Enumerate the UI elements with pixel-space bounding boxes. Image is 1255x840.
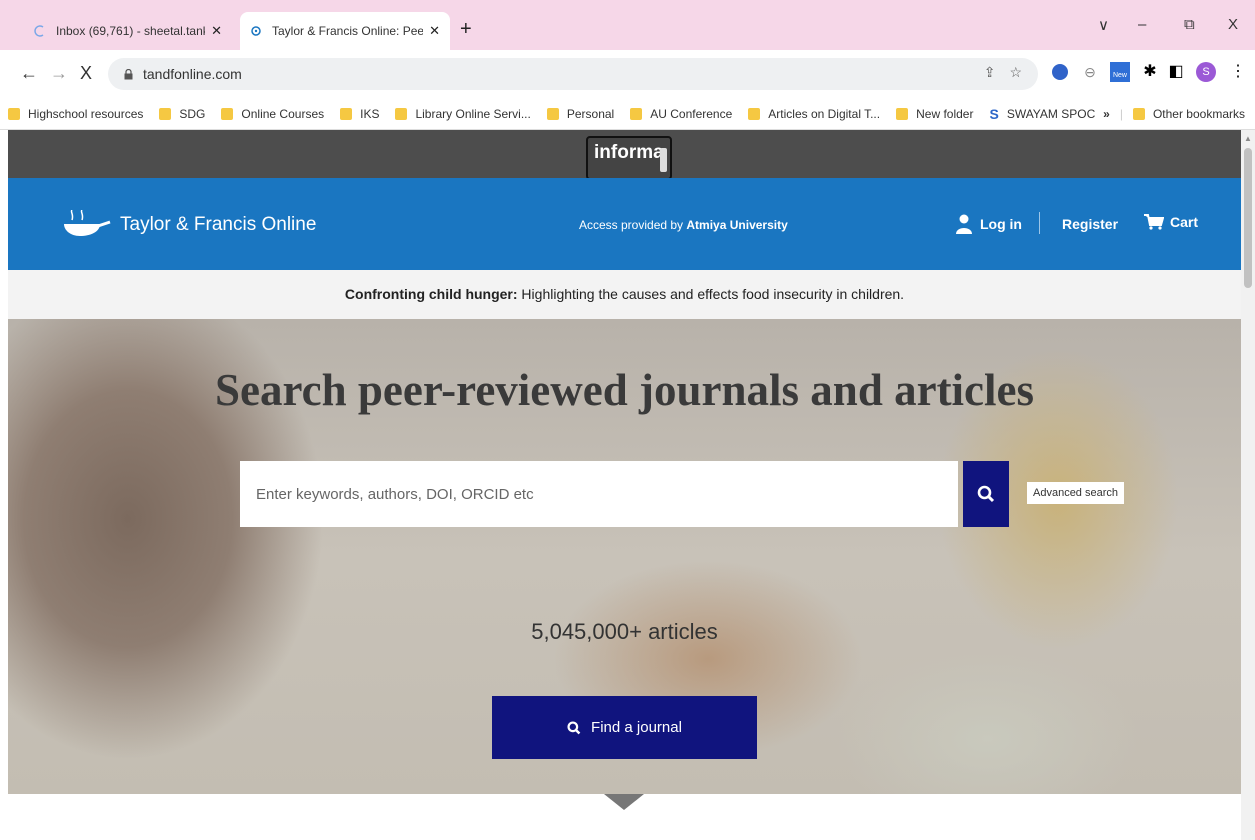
- brand-name: Taylor & Francis Online: [120, 214, 317, 235]
- bookmark-sdg[interactable]: SDG: [159, 107, 205, 121]
- loading-icon: [34, 25, 44, 37]
- tab-title: Inbox (69,761) - sheetal.tank@atm: [56, 24, 205, 38]
- folder-icon: [8, 107, 20, 120]
- browser-toolbar: ← → X tandfonline.com ⇪ ☆ ⊖ New ✱ ◧ S ⋮: [0, 50, 1255, 98]
- bookmark-highschool[interactable]: Highschool resources: [8, 107, 143, 121]
- bookmark-online-courses[interactable]: Online Courses: [221, 107, 324, 121]
- web-page: informa Taylor & Francis Online Access p…: [8, 130, 1241, 840]
- section-pointer-arrow: [604, 794, 644, 810]
- url-text: tandfonline.com: [143, 66, 242, 82]
- folder-icon: [630, 107, 643, 120]
- tab-title: Taylor & Francis Online: Peer-revi: [272, 24, 424, 38]
- bookmark-iks[interactable]: IKS: [340, 107, 379, 121]
- new-extension-icon[interactable]: New: [1110, 62, 1130, 82]
- tab-inbox[interactable]: Inbox (69,761) - sheetal.tank@atm ✕: [24, 12, 232, 50]
- folder-icon: [546, 107, 559, 120]
- search-icon: [977, 485, 995, 503]
- share-icon[interactable]: ⇪: [984, 64, 996, 81]
- find-journal-button[interactable]: Find a journal: [492, 696, 757, 759]
- bookmark-other[interactable]: Other bookmarks: [1132, 107, 1245, 121]
- star-icon[interactable]: ☆: [1009, 64, 1022, 81]
- new-tab-button[interactable]: +: [460, 18, 472, 41]
- bookmarks-right: » | Other bookmarks: [1103, 107, 1245, 121]
- side-panel-icon[interactable]: ◧: [1166, 62, 1186, 82]
- folder-icon: [221, 107, 234, 120]
- profile-avatar[interactable]: S: [1196, 62, 1216, 82]
- forward-button[interactable]: →: [50, 63, 68, 84]
- promo-banner[interactable]: Confronting child hunger: Highlighting t…: [8, 270, 1241, 319]
- folder-icon: [896, 107, 909, 120]
- institution-name: Atmiya University: [686, 218, 788, 232]
- scroll-up-icon[interactable]: ▲: [1244, 134, 1252, 143]
- swayam-icon: S: [989, 105, 999, 122]
- close-tab-icon[interactable]: ✕: [429, 23, 440, 39]
- address-bar[interactable]: tandfonline.com ⇪ ☆: [108, 58, 1038, 90]
- promo-text: Highlighting the causes and effects food…: [517, 286, 905, 302]
- informa-bar: informa: [8, 130, 1241, 180]
- search-button[interactable]: [963, 461, 1009, 527]
- tf-logo[interactable]: Taylor & Francis Online: [60, 210, 316, 240]
- browser-window: Inbox (69,761) - sheetal.tank@atm ✕ Tayl…: [0, 0, 1255, 840]
- close-window-button[interactable]: X: [1228, 16, 1238, 33]
- bookmark-articles-digital[interactable]: Articles on Digital T...: [748, 107, 880, 121]
- menu-icon[interactable]: ⋮: [1228, 62, 1248, 82]
- access-notice: Access provided by Atmiya University: [579, 218, 788, 232]
- bookmark-new-folder[interactable]: New folder: [896, 107, 973, 121]
- caret-down-icon: [660, 148, 667, 172]
- search-input[interactable]: [240, 461, 958, 527]
- informa-logo-button[interactable]: informa: [586, 136, 672, 180]
- maximize-button[interactable]: ⧉: [1184, 16, 1195, 33]
- scrollbar-thumb[interactable]: [1244, 148, 1252, 288]
- address-bar-actions: ⇪ ☆: [984, 64, 1022, 81]
- folder-icon: [159, 107, 172, 120]
- tab-taylor-francis[interactable]: Taylor & Francis Online: Peer-revi ✕: [240, 12, 450, 50]
- lamp-logo-icon: [64, 210, 111, 236]
- login-link[interactable]: Log in: [956, 214, 1022, 234]
- hero-section: Search peer-reviewed journals and articl…: [8, 319, 1241, 794]
- bookmark-swayam[interactable]: S SWAYAM SPOC: [989, 106, 1095, 122]
- tab-strip: Inbox (69,761) - sheetal.tank@atm ✕ Tayl…: [0, 0, 1255, 50]
- globe-extension-icon[interactable]: [1052, 64, 1068, 80]
- hero-title: Search peer-reviewed journals and articl…: [214, 365, 1035, 415]
- cart-link[interactable]: Cart: [1144, 214, 1198, 230]
- header-divider: [1039, 212, 1040, 234]
- bookmarks-bar: Highschool resources SDG Online Courses …: [0, 98, 1255, 130]
- articles-count: 5,045,000+ articles: [531, 619, 718, 644]
- folder-icon: [1132, 107, 1145, 120]
- search-icon: [567, 720, 581, 734]
- promo-heading: Confronting child hunger:: [344, 286, 518, 302]
- back-button[interactable]: ←: [20, 63, 38, 84]
- site-header: Taylor & Francis Online Access provided …: [8, 178, 1241, 270]
- cart-icon: [1144, 214, 1164, 230]
- folder-icon: [748, 107, 761, 120]
- stop-button[interactable]: X: [80, 63, 92, 84]
- account-extension-icon[interactable]: ⊖: [1080, 62, 1100, 82]
- folder-icon: [395, 107, 408, 120]
- user-icon: [956, 214, 972, 234]
- loading-icon: [251, 26, 261, 36]
- minimize-button[interactable]: –: [1138, 16, 1146, 33]
- bookmarks-divider: |: [1119, 106, 1123, 121]
- register-link[interactable]: Register: [1062, 216, 1118, 232]
- bookmark-au-conference[interactable]: AU Conference: [630, 107, 732, 121]
- bookmarks-overflow-button[interactable]: »: [1103, 107, 1110, 121]
- folder-icon: [340, 107, 353, 120]
- puzzle-extension-icon[interactable]: ✱: [1140, 62, 1160, 82]
- lock-icon: [124, 68, 133, 79]
- bookmark-personal[interactable]: Personal: [546, 107, 614, 121]
- advanced-search-link[interactable]: Advanced search: [1027, 482, 1124, 504]
- page-scrollbar[interactable]: ▲: [1241, 130, 1255, 840]
- close-tab-icon[interactable]: ✕: [211, 23, 222, 39]
- bookmark-library[interactable]: Library Online Servi...: [395, 107, 531, 121]
- tab-search-button[interactable]: ∨: [1098, 16, 1109, 34]
